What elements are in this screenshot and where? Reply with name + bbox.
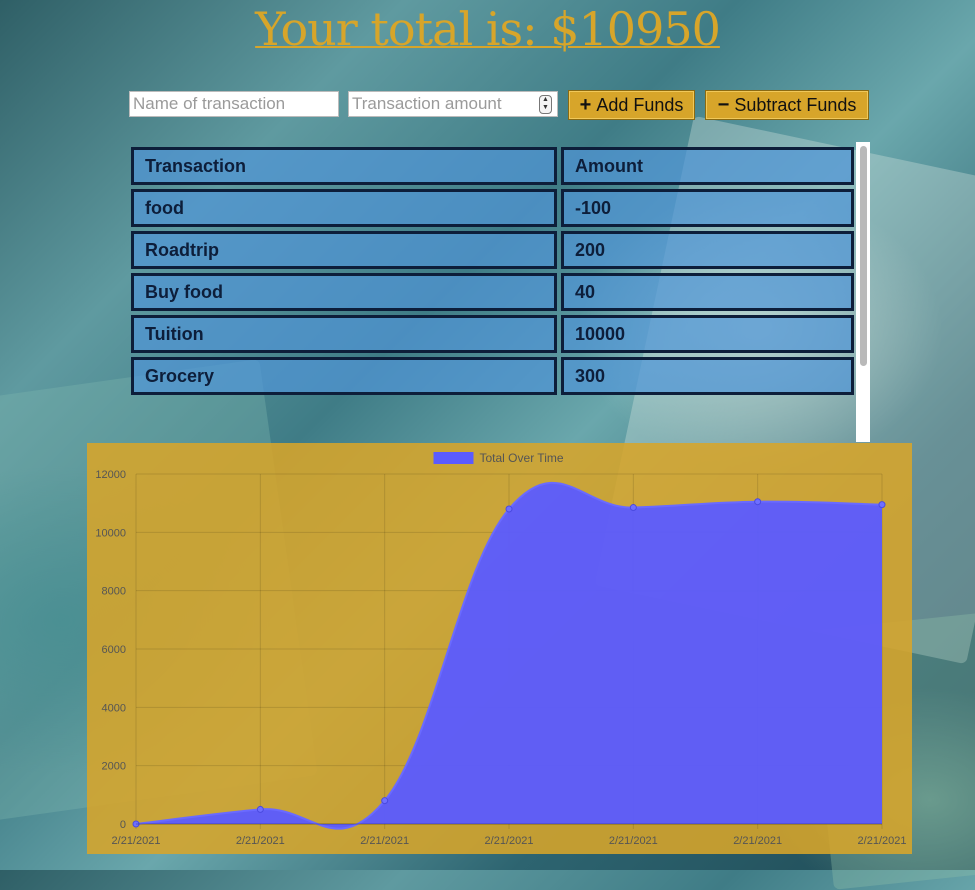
data-point: [256, 805, 264, 813]
transaction-amount-cell: 40: [561, 273, 854, 311]
table-scrollbar[interactable]: [856, 142, 870, 442]
y-tick-label: 6000: [102, 644, 126, 656]
add-funds-button[interactable]: + Add Funds: [568, 90, 695, 120]
legend-swatch: [433, 452, 474, 464]
x-tick-label: 2/21/2021: [733, 835, 782, 847]
subtract-funds-button[interactable]: − Subtract Funds: [705, 90, 869, 120]
transaction-name-cell: Grocery: [131, 357, 557, 395]
table-header-row: Transaction Amount: [131, 147, 854, 185]
transaction-amount-cell: 300: [561, 357, 854, 395]
total-heading: Your total is: $10950: [255, 2, 721, 56]
y-tick-label: 8000: [102, 586, 126, 598]
chart-svg: 0 2000 4000 6000 8000 10000 12000 2/21/2021 2/21…: [95, 451, 907, 847]
transaction-name-cell: food: [131, 189, 557, 227]
column-header-transaction: Transaction: [131, 147, 557, 185]
data-point: [754, 498, 762, 506]
x-tick-label: 2/21/2021: [236, 835, 285, 847]
data-point: [629, 504, 637, 512]
x-tick-label: 2/21/2021: [360, 835, 409, 847]
transactions-table: Transaction Amount food -100 Roadtrip 20…: [129, 143, 858, 399]
data-point: [878, 501, 886, 509]
subtract-funds-label: Subtract Funds: [734, 94, 857, 115]
column-header-amount: Amount: [561, 147, 854, 185]
minus-icon: −: [717, 94, 730, 116]
y-tick-label: 4000: [102, 702, 126, 714]
transaction-name-input[interactable]: [129, 91, 339, 117]
transaction-name-cell: Tuition: [131, 315, 557, 353]
plus-icon: +: [579, 94, 592, 116]
x-tick-label: 2/21/2021: [609, 835, 658, 847]
amount-stepper[interactable]: ▲ ▼: [539, 95, 552, 114]
x-tick-label: 2/21/2021: [112, 835, 161, 847]
scrollbar-thumb[interactable]: [860, 146, 867, 366]
table-row: Buy food 40: [131, 273, 854, 311]
table-row: food -100: [131, 189, 854, 227]
transaction-amount-field: ▲▼: [348, 91, 558, 117]
transaction-amount-input[interactable]: [348, 91, 558, 117]
x-tick-label: 2/21/2021: [858, 835, 907, 847]
transactions-table-container[interactable]: Transaction Amount food -100 Roadtrip 20…: [129, 142, 870, 442]
table-row: Tuition 10000: [131, 315, 854, 353]
table-row: Grocery 300: [131, 357, 854, 395]
transaction-amount-cell: 200: [561, 231, 854, 269]
data-point: [505, 505, 513, 513]
transaction-name-cell: Roadtrip: [131, 231, 557, 269]
transaction-amount-cell: 10000: [561, 315, 854, 353]
x-tick-label: 2/21/2021: [485, 835, 534, 847]
y-tick-label: 2000: [102, 761, 126, 773]
transaction-name-cell: Buy food: [131, 273, 557, 311]
legend-label: Total Over Time: [480, 451, 564, 465]
table-row: Roadtrip 200: [131, 231, 854, 269]
series-area: [136, 482, 882, 829]
y-tick-label: 12000: [95, 469, 126, 481]
transaction-amount-cell: -100: [561, 189, 854, 227]
y-tick-label: 10000: [95, 527, 126, 539]
data-point: [381, 797, 389, 805]
add-funds-label: Add Funds: [596, 94, 684, 115]
total-over-time-chart: 0 2000 4000 6000 8000 10000 12000 2/21/2021 2/21…: [87, 443, 912, 854]
y-tick-label: 0: [120, 819, 126, 831]
